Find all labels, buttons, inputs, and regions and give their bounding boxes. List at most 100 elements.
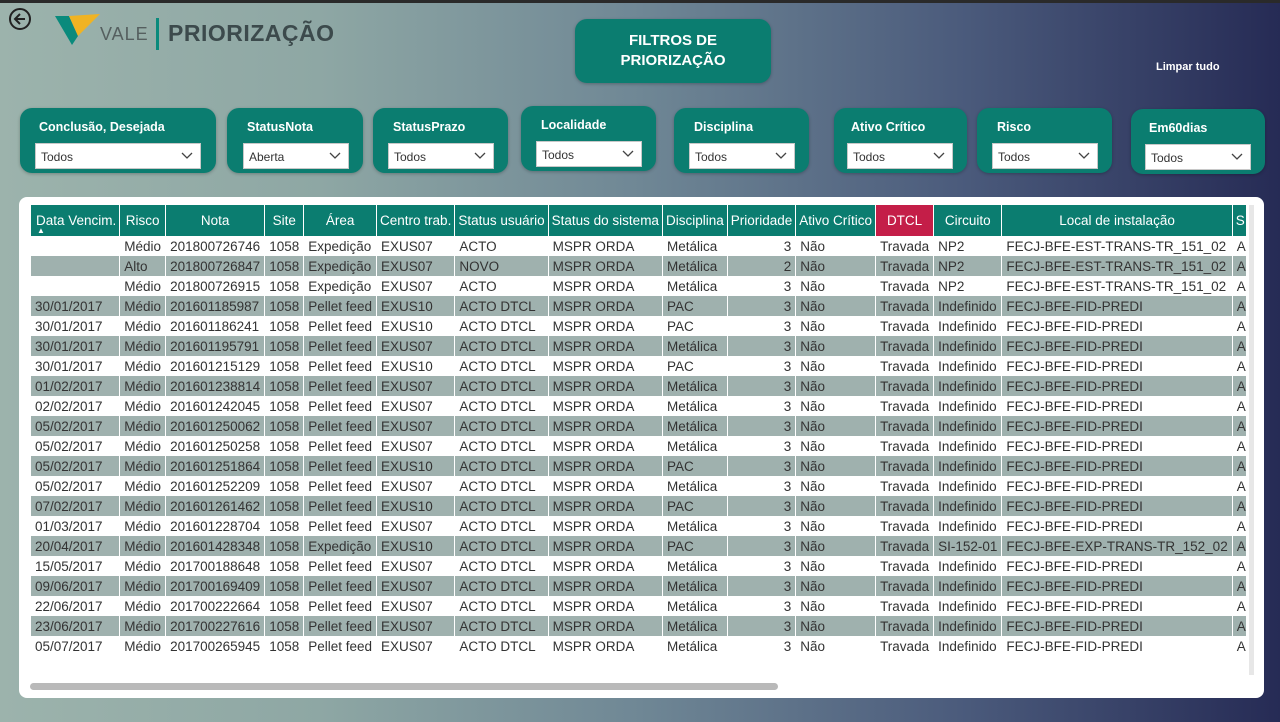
- table-cell: 201601186241: [165, 316, 266, 336]
- table-cell: 3: [727, 356, 797, 376]
- table-row[interactable]: 30/01/2017 Médio 201601215129 1058 Pellet fe…: [31, 356, 1246, 376]
- priority-filters-button[interactable]: FILTROS DE PRIORIZAÇÃO: [575, 19, 771, 83]
- column-header-disciplina[interactable]: Disciplina: [662, 205, 728, 236]
- table-cell: ACTO DTCL: [454, 416, 549, 436]
- table-cell: Pellet feed: [303, 556, 378, 576]
- table-cell: FECJ-BFE-FID-PREDI: [1001, 596, 1233, 616]
- table-cell: MSPR ORDA: [548, 636, 663, 656]
- horizontal-scrollbar[interactable]: [30, 683, 778, 690]
- table-cell: [31, 256, 121, 276]
- table-cell: PAC: [662, 356, 728, 376]
- table-cell: EXUS07: [376, 436, 456, 456]
- column-header-centro-trab[interactable]: Centro trab.: [376, 205, 456, 236]
- slicer-dropdown[interactable]: Todos: [388, 143, 494, 169]
- slicer-dropdown[interactable]: Todos: [992, 143, 1098, 169]
- table-row[interactable]: Médio 201800726746 1058 Expedição EXUS07 ACTO…: [31, 236, 1246, 256]
- table-row[interactable]: 22/06/2017 Médio 201700222664 1058 Pellet fe…: [31, 596, 1246, 616]
- table-cell: MSPR ORDA: [548, 536, 663, 556]
- slicer-statusprazo: StatusPrazo Todos: [373, 108, 508, 173]
- table-cell: A: [1232, 276, 1246, 296]
- slicer-dropdown[interactable]: Todos: [847, 143, 953, 169]
- table-row[interactable]: 05/02/2017 Médio 201601252209 1058 Pellet fe…: [31, 476, 1246, 496]
- table-cell: Não: [795, 476, 877, 496]
- table-cell: Metálica: [662, 516, 728, 536]
- column-header-status-sistema[interactable]: Status do sistema: [548, 205, 663, 236]
- column-header-circuito[interactable]: Circuito: [933, 205, 1003, 236]
- column-header-ativo-critico[interactable]: Ativo Crítico: [795, 205, 877, 236]
- table-cell: 3: [727, 376, 797, 396]
- table-row[interactable]: 05/07/2017 Médio 201700265945 1058 Pellet fe…: [31, 636, 1246, 656]
- table-row[interactable]: 05/02/2017 Médio 201601250258 1058 Pellet fe…: [31, 436, 1246, 456]
- table-cell: A: [1232, 316, 1246, 336]
- clear-all-button[interactable]: Limpar tudo: [1156, 61, 1220, 73]
- slicer-dropdown[interactable]: Aberta: [243, 143, 349, 169]
- table-row[interactable]: 30/01/2017 Médio 201601195791 1058 Pellet fe…: [31, 336, 1246, 356]
- table-cell: 3: [727, 316, 797, 336]
- column-header-status-usuario[interactable]: Status usuário: [454, 205, 549, 236]
- table-row[interactable]: 30/01/2017 Médio 201601185987 1058 Pellet fe…: [31, 296, 1246, 316]
- back-arrow-icon[interactable]: [8, 7, 32, 31]
- slicer-dropdown[interactable]: Todos: [35, 143, 201, 169]
- column-header-risco[interactable]: Risco: [119, 205, 167, 236]
- table-row[interactable]: 30/01/2017 Médio 201601186241 1058 Pellet fe…: [31, 316, 1246, 336]
- table-row[interactable]: Médio 201800726915 1058 Expedição EXUS07 ACTO…: [31, 276, 1246, 296]
- brand-wordmark: VALE: [100, 24, 149, 44]
- table-cell: EXUS07: [376, 616, 456, 636]
- table-row[interactable]: 02/02/2017 Médio 201601242045 1058 Pellet fe…: [31, 396, 1246, 416]
- table-cell: 201601261462: [165, 496, 266, 516]
- table-row[interactable]: 05/02/2017 Médio 201601251864 1058 Pellet fe…: [31, 456, 1246, 476]
- column-header-label: Status do sistema: [551, 213, 659, 228]
- table-cell: MSPR ORDA: [548, 376, 663, 396]
- table-cell: Indefinido: [933, 396, 1003, 416]
- column-header-nota[interactable]: Nota: [165, 205, 266, 236]
- table-cell: Médio: [119, 296, 167, 316]
- table-cell: PAC: [662, 496, 728, 516]
- table-row[interactable]: 01/02/2017 Médio 201601238814 1058 Pellet fe…: [31, 376, 1246, 396]
- column-header-site[interactable]: Site: [264, 205, 305, 236]
- slicer-dropdown[interactable]: Todos: [1145, 144, 1251, 170]
- table-cell: 05/02/2017: [31, 416, 121, 436]
- table-cell: Médio: [119, 596, 167, 616]
- table-row[interactable]: 07/02/2017 Médio 201601261462 1058 Pellet fe…: [31, 496, 1246, 516]
- table-cell: Indefinido: [933, 356, 1003, 376]
- column-header-data-vencim[interactable]: Data Vencim. ▲: [31, 205, 121, 236]
- table-cell: A: [1232, 396, 1246, 416]
- table-cell: 3: [727, 596, 797, 616]
- table-cell: FECJ-BFE-FID-PREDI: [1001, 576, 1233, 596]
- table-cell: Pellet feed: [303, 576, 378, 596]
- table-row[interactable]: 23/06/2017 Médio 201700227616 1058 Pellet fe…: [31, 616, 1246, 636]
- column-header-area[interactable]: Área: [303, 205, 378, 236]
- table-cell: NP2: [933, 276, 1003, 296]
- table-cell: Travada: [875, 436, 935, 456]
- table-row[interactable]: 01/03/2017 Médio 201601228704 1058 Pellet fe…: [31, 516, 1246, 536]
- table-cell: Pellet feed: [303, 416, 378, 436]
- table-row[interactable]: 05/02/2017 Médio 201601250062 1058 Pellet fe…: [31, 416, 1246, 436]
- table-cell: Não: [795, 496, 877, 516]
- table-cell: A: [1232, 476, 1246, 496]
- table-row[interactable]: 09/06/2017 Médio 201700169409 1058 Pellet fe…: [31, 576, 1246, 596]
- table-cell: MSPR ORDA: [548, 476, 663, 496]
- table-row[interactable]: 15/05/2017 Médio 201700188648 1058 Pellet fe…: [31, 556, 1246, 576]
- table-cell: 201601185987: [165, 296, 266, 316]
- column-header-prioridade[interactable]: Prioridade: [727, 205, 797, 236]
- table-cell: EXUS10: [376, 296, 456, 316]
- table-cell: EXUS07: [376, 396, 456, 416]
- table-cell: Não: [795, 516, 877, 536]
- slicer-dropdown[interactable]: Todos: [689, 143, 795, 169]
- table-row[interactable]: Alto 201800726847 1058 Expedição EXUS07 NOVO M…: [31, 256, 1246, 276]
- vertical-scrollbar[interactable]: [1249, 205, 1254, 675]
- table-cell: EXUS07: [376, 276, 456, 296]
- column-header-s[interactable]: S: [1232, 205, 1246, 236]
- table-cell: FECJ-BFE-FID-PREDI: [1001, 296, 1233, 316]
- slicer-dropdown[interactable]: Todos: [536, 141, 642, 167]
- table-cell: ACTO DTCL: [454, 576, 549, 596]
- table-cell: A: [1232, 536, 1246, 556]
- column-header-dtcl[interactable]: DTCL: [875, 205, 935, 236]
- table-cell: Travada: [875, 236, 935, 256]
- table-row[interactable]: 20/04/2017 Médio 201601428348 1058 Expedição…: [31, 536, 1246, 556]
- table-cell: 30/01/2017: [31, 356, 121, 376]
- table-cell: Médio: [119, 576, 167, 596]
- table-cell: 201800726915: [165, 276, 266, 296]
- column-header-local-instalacao[interactable]: Local de instalação: [1001, 205, 1233, 236]
- table-cell: ACTO DTCL: [454, 636, 549, 656]
